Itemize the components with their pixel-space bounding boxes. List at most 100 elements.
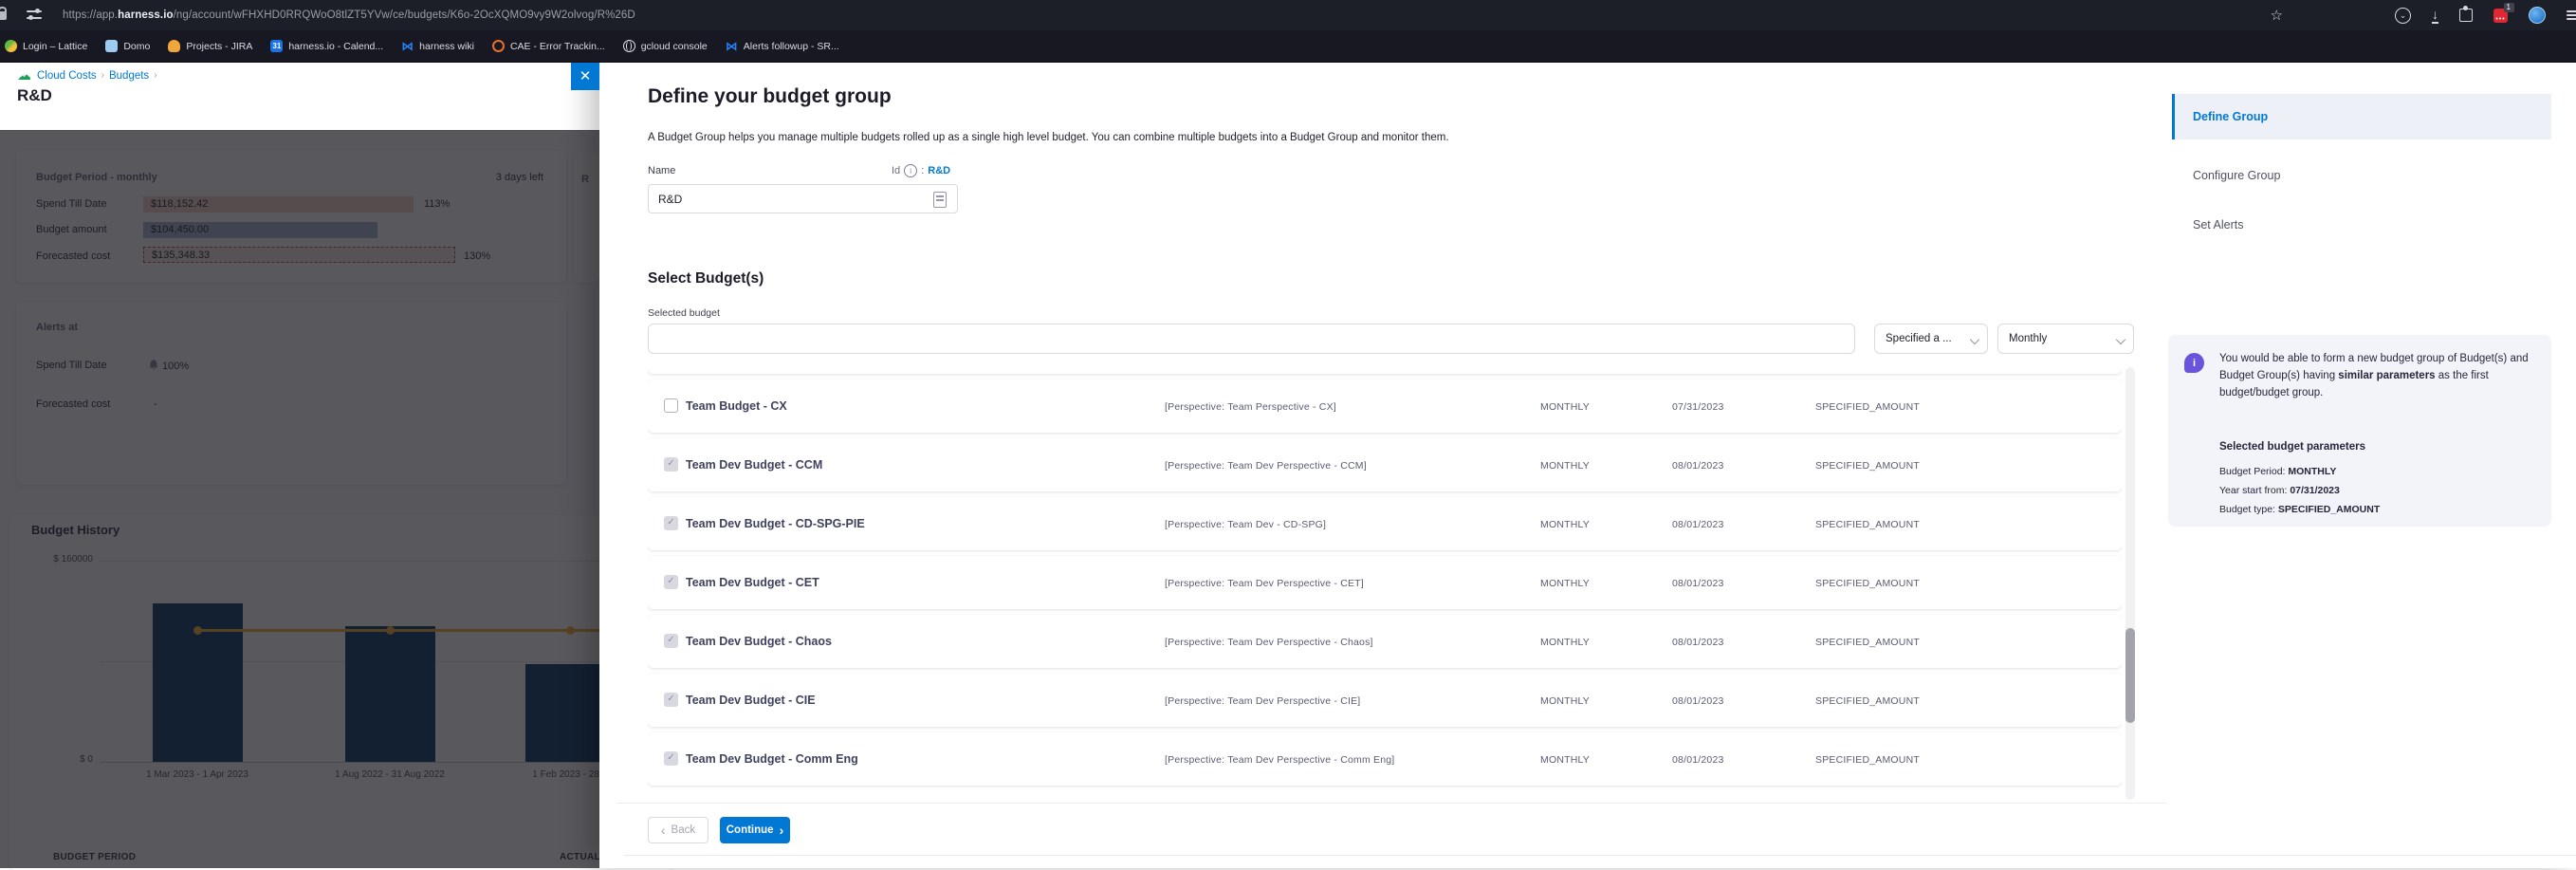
budget-checkbox[interactable] (664, 398, 678, 413)
pocket-icon[interactable]: ⌄ (2395, 8, 2411, 24)
download-icon[interactable]: ↓ (2432, 8, 2438, 24)
modal-description: A Budget Group helps you manage multiple… (648, 132, 1449, 143)
budget-checkbox[interactable] (664, 693, 678, 707)
permissions-icon[interactable] (27, 9, 42, 21)
budget-row[interactable]: Team Dev Budget - CD-SPG-PIE [Perspectiv… (648, 497, 2122, 550)
close-icon[interactable]: ✕ (571, 62, 599, 90)
budget-row[interactable]: Team Dev Budget - CIE [Perspective: Team… (648, 674, 2122, 727)
budget-group-modal: ✕ Define your budget group A Budget Grou… (599, 62, 2576, 868)
password-manager-icon[interactable]: •••1 (2493, 9, 2508, 23)
bookmark-favicon (401, 40, 414, 52)
bottom-divider (624, 855, 2576, 856)
selected-budget-label: Selected budget (648, 307, 720, 319)
step-configure-group[interactable]: Configure Group (2172, 153, 2551, 198)
bookmark-item[interactable]: Domo (105, 40, 150, 52)
name-label: Name (648, 165, 675, 176)
param-line: Budget Period: MONTHLY (2219, 466, 2336, 477)
bookmark-label: harness wiki (419, 41, 474, 52)
budget-checkbox[interactable] (664, 634, 678, 648)
budget-start-date: 08/01/2023 (1672, 637, 1724, 648)
menu-icon[interactable] (2567, 9, 2576, 22)
bookmark-item[interactable]: harness.io - Calend... (270, 40, 383, 52)
bookmark-favicon (270, 40, 283, 52)
bookmark-item[interactable]: Projects - JIRA (168, 40, 252, 52)
chevron-down-icon (2116, 335, 2125, 344)
list-scrollbar[interactable] (2125, 367, 2135, 800)
budget-type: SPECIFIED_AMOUNT (1815, 460, 1920, 472)
budget-checkbox[interactable] (664, 516, 678, 530)
budget-checkbox[interactable] (664, 457, 678, 472)
extensions-icon[interactable] (2459, 9, 2473, 22)
bookmark-item[interactable]: Login – Lattice (5, 40, 87, 52)
budget-period: MONTHLY (1540, 401, 1590, 413)
back-button[interactable]: Back (648, 817, 708, 843)
address-input[interactable]: https://app.harness.io/ng/account/wFHXHD… (63, 9, 635, 21)
modal-title: Define your budget group (648, 85, 892, 108)
id-value: R&D (928, 165, 950, 176)
budget-checkbox[interactable] (664, 751, 678, 766)
bookmark-item[interactable]: harness wiki (401, 40, 474, 52)
budget-perspective: [Perspective: Team Dev - CD-SPG] (1165, 519, 1326, 530)
param-line: Budget type: SPECIFIED_AMOUNT (2219, 504, 2380, 515)
chevron-down-icon (1970, 335, 1979, 344)
budget-name: Team Dev Budget - Comm Eng (686, 752, 858, 766)
copy-icon[interactable] (933, 192, 947, 208)
budget-name: Team Dev Budget - CIE (686, 694, 816, 707)
bookmark-favicon (5, 40, 17, 52)
bookmarks-bar: Login – Lattice Domo Projects - JIRA har… (0, 30, 2576, 63)
bookmark-favicon (623, 40, 635, 52)
bookmark-favicon (168, 40, 180, 52)
budget-type: SPECIFIED_AMOUNT (1815, 637, 1920, 648)
continue-button[interactable]: Continue (720, 817, 790, 843)
budget-row[interactable]: Team Dev Budget - CCM [Perspective: Team… (648, 438, 2122, 491)
budget-period-dropdown[interactable]: Monthly (1997, 324, 2134, 354)
bookmark-label: Alerts followup - SR... (744, 41, 839, 52)
budget-row[interactable]: Team Dev Budget - CET [Perspective: Team… (648, 556, 2122, 609)
budget-start-date: 08/01/2023 (1672, 754, 1724, 766)
bookmark-item[interactable]: Alerts followup - SR... (726, 40, 839, 52)
name-input[interactable] (648, 184, 958, 213)
bookmark-star-icon[interactable]: ☆ (2271, 9, 2283, 23)
info-text: You would be able to form a new budget g… (2219, 350, 2534, 401)
budget-perspective: [Perspective: Team Dev Perspective - Com… (1165, 754, 1394, 766)
info-icon[interactable]: i (904, 164, 917, 177)
budget-period: MONTHLY (1540, 460, 1590, 472)
budget-period: MONTHLY (1540, 695, 1590, 707)
budget-list: Team Budget - CX [Perspective: Team Pers… (648, 367, 2122, 800)
budget-perspective: [Perspective: Team Perspective - CX] (1165, 401, 1336, 413)
bookmark-label: Domo (123, 41, 150, 52)
budget-period: MONTHLY (1540, 519, 1590, 530)
step-define-group[interactable]: Define Group (2172, 94, 2551, 139)
bookmark-item[interactable]: CAE - Error Trackin... (492, 40, 605, 52)
param-line: Year start from: 07/31/2023 (2219, 485, 2340, 496)
bookmark-label: gcloud console (641, 41, 708, 52)
breadcrumb-budgets[interactable]: Budgets (109, 70, 149, 82)
budget-row[interactable]: Team Dev Budget - Chaos [Perspective: Te… (648, 615, 2122, 668)
selected-params-heading: Selected budget parameters (2219, 441, 2365, 453)
budget-row[interactable]: Team Budget - CX [Perspective: Team Pers… (648, 379, 2122, 433)
scrollbar-thumb[interactable] (2125, 628, 2135, 723)
budget-period: MONTHLY (1540, 637, 1590, 648)
budget-row[interactable]: Team Dev Budget - Comm Eng [Perspective:… (648, 732, 2122, 786)
bookmark-favicon (492, 40, 505, 52)
bookmark-label: CAE - Error Trackin... (510, 41, 605, 52)
budget-type-dropdown[interactable]: Specified a ... (1874, 324, 1988, 354)
bookmark-label: Login – Lattice (23, 41, 87, 52)
modal-overlay (0, 130, 599, 868)
selected-budget-input[interactable] (648, 324, 1855, 354)
step-set-alerts[interactable]: Set Alerts (2172, 202, 2551, 248)
budget-start-date: 08/01/2023 (1672, 578, 1724, 589)
budget-name: Team Dev Budget - CD-SPG-PIE (686, 517, 865, 530)
breadcrumb-separator: › (154, 70, 156, 81)
chevron-right-icon (780, 823, 784, 838)
budget-checkbox[interactable] (664, 575, 678, 589)
id-row: Id i : R&D (892, 164, 950, 177)
budget-perspective: [Perspective: Team Dev Perspective - CIE… (1165, 695, 1360, 707)
breadcrumb: ☁$ Cloud Costs › Budgets › (17, 68, 162, 83)
bookmark-item[interactable]: gcloud console (623, 40, 708, 52)
profile-avatar[interactable] (2529, 7, 2546, 24)
breadcrumb-cloud-costs[interactable]: Cloud Costs (37, 70, 97, 82)
lock-icon[interactable] (0, 11, 7, 20)
budget-name: Team Dev Budget - CCM (686, 458, 822, 472)
chevron-left-icon (661, 823, 666, 838)
